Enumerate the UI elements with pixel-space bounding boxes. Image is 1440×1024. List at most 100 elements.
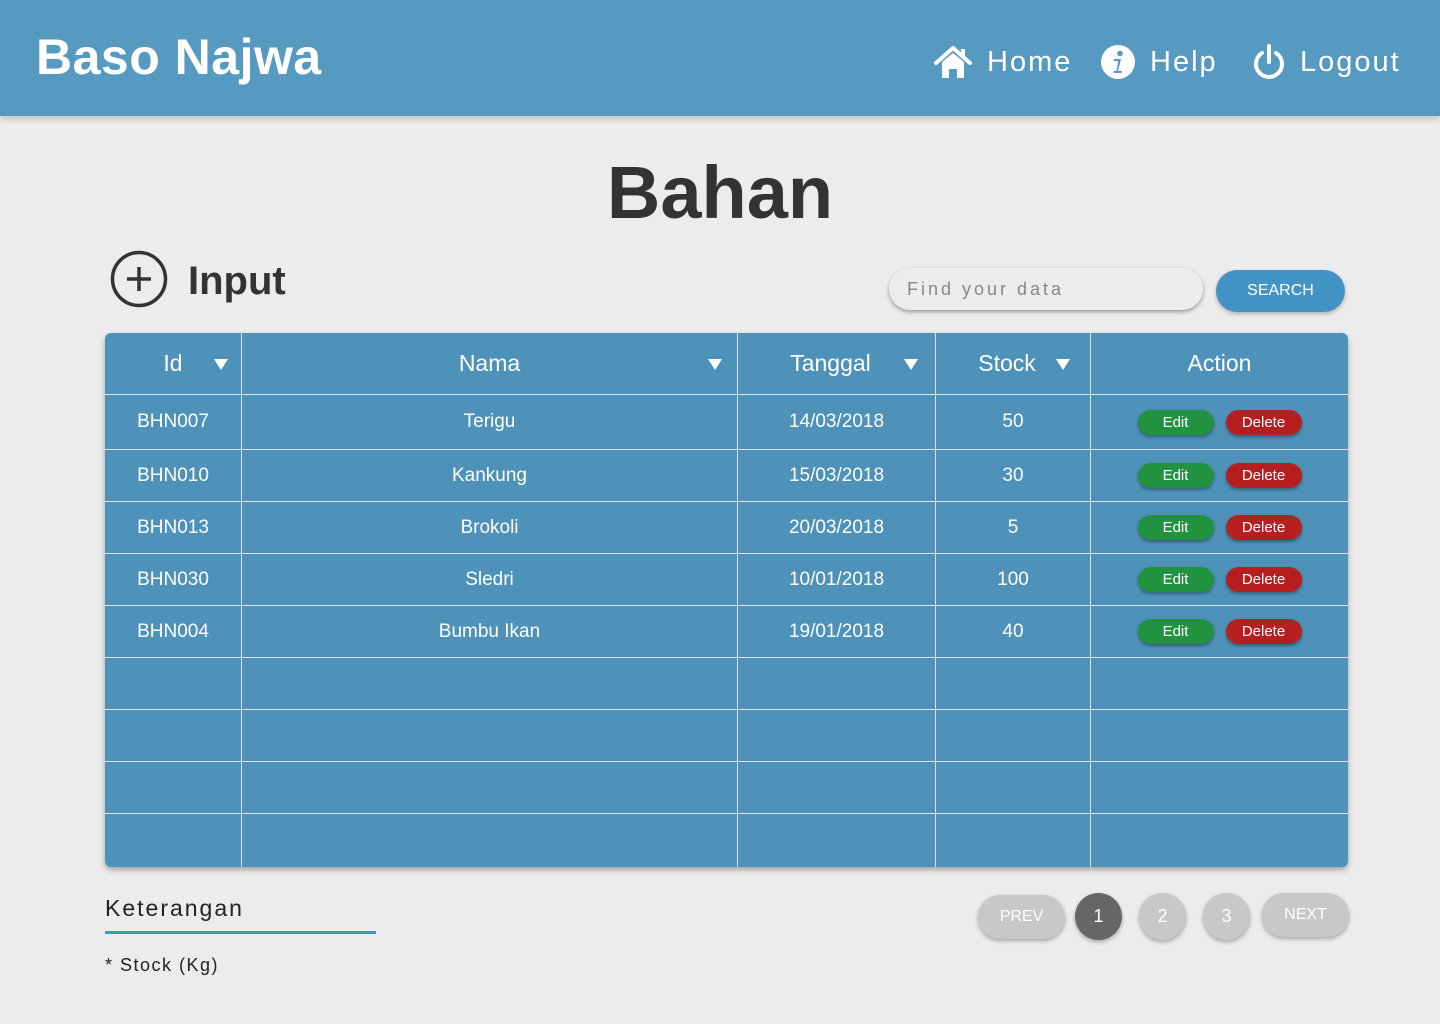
empty-cell <box>738 710 936 761</box>
nav-help-label: Help <box>1150 45 1218 78</box>
nav-logout[interactable]: Logout <box>1252 40 1401 84</box>
cell-tanggal: 15/03/2018 <box>738 450 936 501</box>
empty-table-row <box>105 762 1348 814</box>
empty-cell <box>738 814 936 867</box>
cell-id: BHN007 <box>105 395 242 449</box>
empty-cell <box>105 710 242 761</box>
empty-cell <box>105 814 242 867</box>
table-row: BHN004 Bumbu Ikan 19/01/2018 40 Edit Del… <box>105 606 1348 658</box>
column-header-nama-label: Nama <box>458 350 521 376</box>
cell-action: Edit Delete <box>1091 606 1348 657</box>
cell-stock: 40 <box>936 606 1091 657</box>
column-header-id[interactable]: Id <box>105 333 242 394</box>
cell-stock: 100 <box>936 554 1091 605</box>
cell-action: Edit Delete <box>1091 395 1348 449</box>
empty-cell <box>936 710 1091 761</box>
table-row: BHN010 Kankung 15/03/2018 30 Edit Delete <box>105 450 1348 502</box>
table-row: BHN013 Brokoli 20/03/2018 5 Edit Delete <box>105 502 1348 554</box>
delete-button[interactable]: Delete <box>1225 409 1302 435</box>
nav-logout-label: Logout <box>1300 45 1401 78</box>
column-header-tanggal[interactable]: Tanggal <box>738 333 936 394</box>
cell-tanggal: 14/03/2018 <box>738 395 936 449</box>
cell-nama: Bumbu Ikan <box>242 606 738 657</box>
empty-cell <box>936 762 1091 813</box>
nav-home[interactable]: Home <box>933 40 1072 84</box>
empty-cell <box>242 814 738 867</box>
empty-cell <box>242 710 738 761</box>
next-page-button[interactable]: NEXT <box>1262 893 1349 937</box>
cell-stock: 30 <box>936 450 1091 501</box>
page-2-button[interactable]: 2 <box>1139 893 1186 940</box>
column-header-tanggal-label: Tanggal <box>790 350 871 376</box>
home-icon <box>933 44 973 80</box>
page-1-button[interactable]: 1 <box>1075 893 1122 940</box>
cell-id: BHN013 <box>105 502 242 553</box>
top-bar: Baso Najwa Home Help Logout <box>0 0 1440 116</box>
nav-help[interactable]: Help <box>1100 40 1218 84</box>
keterangan-underline <box>105 931 376 934</box>
column-header-id-label: Id <box>163 350 183 376</box>
column-header-action-label: Action <box>1187 350 1252 376</box>
cell-action: Edit Delete <box>1091 502 1348 553</box>
cell-tanggal: 10/01/2018 <box>738 554 936 605</box>
column-header-stock[interactable]: Stock <box>936 333 1091 394</box>
keterangan-title: Keterangan <box>105 895 244 921</box>
cell-id: BHN030 <box>105 554 242 605</box>
column-header-stock-label: Stock <box>978 350 1036 376</box>
column-header-nama[interactable]: Nama <box>242 333 738 394</box>
search-input[interactable] <box>889 268 1203 310</box>
edit-button[interactable]: Edit <box>1137 515 1214 540</box>
edit-button[interactable]: Edit <box>1137 463 1214 488</box>
page-3-button[interactable]: 3 <box>1203 893 1250 940</box>
nav-home-label: Home <box>987 45 1073 78</box>
info-icon <box>1100 44 1136 80</box>
sort-down-icon[interactable] <box>214 358 228 370</box>
cell-stock: 50 <box>936 395 1091 449</box>
sort-down-icon[interactable] <box>904 358 918 370</box>
cell-stock: 5 <box>936 502 1091 553</box>
cell-nama: Brokoli <box>242 502 738 553</box>
table-row: BHN007 Terigu 14/03/2018 50 Edit Delete <box>105 395 1348 450</box>
delete-button[interactable]: Delete <box>1225 463 1302 488</box>
table-row: BHN030 Sledri 10/01/2018 100 Edit Delete <box>105 554 1348 606</box>
cell-action: Edit Delete <box>1091 554 1348 605</box>
empty-cell <box>936 814 1091 867</box>
empty-cell <box>1091 814 1348 867</box>
delete-button[interactable]: Delete <box>1225 619 1302 644</box>
edit-button[interactable]: Edit <box>1137 567 1214 592</box>
empty-cell <box>738 762 936 813</box>
empty-cell <box>105 762 242 813</box>
empty-cell <box>1091 762 1348 813</box>
empty-table-row <box>105 658 1348 710</box>
cell-nama: Terigu <box>242 395 738 449</box>
sort-down-icon[interactable] <box>1056 358 1070 370</box>
empty-cell <box>936 658 1091 709</box>
table-header-row: Id Nama Tanggal Stock Action <box>105 333 1348 395</box>
plus-circle-icon <box>110 250 168 313</box>
sort-down-icon[interactable] <box>708 358 722 370</box>
power-icon <box>1252 43 1286 81</box>
delete-button[interactable]: Delete <box>1225 567 1302 592</box>
cell-nama: Kankung <box>242 450 738 501</box>
cell-tanggal: 19/01/2018 <box>738 606 936 657</box>
cell-nama: Sledri <box>242 554 738 605</box>
empty-cell <box>242 762 738 813</box>
delete-button[interactable]: Delete <box>1225 515 1302 540</box>
input-label: Input <box>188 259 286 303</box>
edit-button[interactable]: Edit <box>1137 619 1214 644</box>
page-title: Bahan <box>606 151 834 234</box>
cell-id: BHN010 <box>105 450 242 501</box>
cell-action: Edit Delete <box>1091 450 1348 501</box>
column-header-action: Action <box>1091 333 1348 394</box>
search-button[interactable]: SEARCH <box>1216 270 1345 312</box>
prev-page-button[interactable]: PREV <box>978 895 1065 939</box>
empty-table-row <box>105 814 1348 867</box>
empty-cell <box>738 658 936 709</box>
cell-id: BHN004 <box>105 606 242 657</box>
empty-table-row <box>105 710 1348 762</box>
data-table: Id Nama Tanggal Stock Action BHN007 Teri… <box>105 333 1348 867</box>
empty-cell <box>1091 710 1348 761</box>
edit-button[interactable]: Edit <box>1137 409 1214 435</box>
input-button[interactable]: Input <box>110 250 286 313</box>
empty-cell <box>1091 658 1348 709</box>
